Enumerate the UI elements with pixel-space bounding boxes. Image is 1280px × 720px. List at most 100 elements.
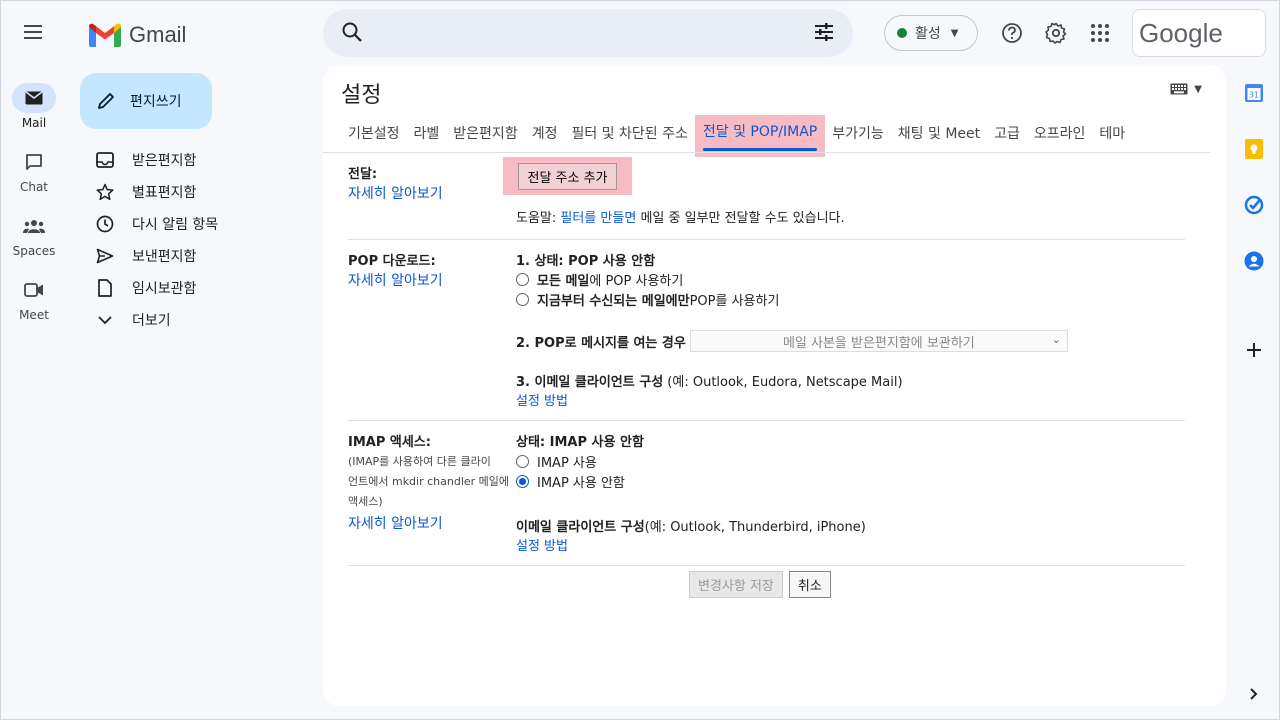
chevron-down-icon: ⌄ — [1051, 333, 1061, 346]
calendar-icon[interactable]: 31 — [1243, 82, 1265, 104]
imap-enable-option[interactable]: IMAP 사용 — [516, 451, 597, 471]
imap-client-bold: 이메일 클라이언트 구성 — [516, 520, 645, 535]
google-wordmark: Google — [1139, 17, 1223, 48]
send-icon — [95, 246, 115, 266]
tab-labels[interactable]: 라벨 — [407, 117, 447, 155]
tab-forwarding-pop-imap[interactable]: 전달 및 POP/IMAP — [694, 115, 826, 157]
tab-general[interactable]: 기본설정 — [341, 117, 407, 155]
spaces-icon — [12, 211, 56, 241]
add-forwarding-highlight: 전달 주소 추가 — [503, 157, 632, 195]
forwarding-tip-prefix: 도움말: — [516, 211, 561, 226]
status-dropdown[interactable]: 활성 ▼ — [884, 15, 978, 51]
rail-mail[interactable]: Mail — [1, 83, 67, 130]
gmail-wordmark: Gmail — [129, 22, 187, 47]
rail-chat[interactable]: Chat — [1, 147, 67, 194]
tab-advanced[interactable]: 고급 — [987, 117, 1027, 155]
gmail-logo[interactable]: Gmail — [89, 21, 186, 49]
caret-down-icon: ▼ — [950, 27, 959, 39]
sidebar-item-drafts[interactable]: 임시보관함 — [81, 272, 313, 304]
contacts-icon[interactable] — [1243, 250, 1265, 272]
search-bar — [323, 9, 853, 57]
pop-when-select[interactable]: 메일 사본을 받은편지함에 보관하기 ⌄ — [689, 330, 1068, 352]
search-options-icon[interactable] — [813, 21, 835, 47]
compose-button[interactable]: 편지쓰기 — [80, 73, 212, 129]
forwarding-label: 전달: — [348, 167, 378, 182]
keyboard-icon — [1170, 83, 1188, 95]
pop-when-select-value: 메일 사본을 받은편지함에 보관하기 — [782, 335, 975, 351]
settings-panel: 설정 ▼ 기본설정 라벨 받은편지함 계정 필터 및 차단된 주소 전달 및 P… — [323, 65, 1226, 706]
imap-client-rest: (예: Outlook, Thunderbird, iPhone) — [644, 520, 866, 535]
status-label: 활성 — [915, 26, 941, 42]
chevron-right-icon[interactable] — [1243, 683, 1265, 705]
imap-disable-option[interactable]: IMAP 사용 안함 — [516, 471, 625, 491]
pop-all-mail-radio[interactable] — [516, 272, 529, 286]
google-account-button[interactable]: Google — [1132, 9, 1266, 57]
pop-when-label: 2. POP로 메시지를 여는 경우 — [516, 335, 686, 351]
pop-from-now-radio[interactable] — [516, 292, 529, 306]
search-icon[interactable] — [341, 21, 363, 47]
imap-note-line3: 액세스) — [348, 495, 383, 508]
pop-status: 1. 상태: POP 사용 안함 — [516, 254, 656, 269]
tab-chat-meet[interactable]: 채팅 및 Meet — [891, 117, 987, 155]
gear-icon[interactable] — [1044, 21, 1068, 45]
inbox-icon — [95, 150, 115, 170]
keep-icon[interactable] — [1243, 138, 1265, 160]
sidebar-nav: 받은편지함 별표편지함 다시 알림 항목 보낸편지함 임시보관함 더보기 — [81, 144, 313, 336]
pop-setup-link[interactable]: 설정 방법 — [516, 390, 568, 409]
input-tools-toggle[interactable]: ▼ — [1170, 83, 1202, 95]
imap-section: IMAP 액세스: (IMAP를 사용하여 다른 클라이 언트에서 mkdir … — [348, 421, 1185, 566]
pop-from-now-option[interactable]: 지금부터 수신되는 메일에만 POP를 사용하기 — [516, 289, 779, 309]
help-icon[interactable] — [1000, 21, 1024, 45]
pop-learn-more-link[interactable]: 자세히 알아보기 — [348, 270, 443, 290]
sidebar-item-label: 더보기 — [132, 313, 171, 329]
pop-all-mail-option[interactable]: 모든 메일 에 POP 사용하기 — [516, 269, 683, 289]
save-changes-button[interactable]: 변경사항 저장 — [689, 571, 783, 598]
imap-note-line2: 언트에서 mkdir chandler 메일에 — [348, 475, 510, 488]
sidebar-item-more[interactable]: 더보기 — [81, 304, 313, 336]
clock-icon — [95, 214, 115, 234]
rail-spaces[interactable]: Spaces — [1, 211, 67, 258]
page-title: 설정 — [341, 83, 382, 108]
video-camera-icon — [12, 275, 56, 305]
sidebar-item-sent[interactable]: 보낸편지함 — [81, 240, 313, 272]
app-rail: Mail Chat Spaces Meet — [1, 1, 67, 720]
svg-text:31: 31 — [1249, 91, 1259, 100]
imap-setup-link[interactable]: 설정 방법 — [516, 535, 568, 554]
imap-learn-more-link[interactable]: 자세히 알아보기 — [348, 513, 443, 533]
cancel-button[interactable]: 취소 — [788, 571, 831, 598]
apps-grid-icon[interactable] — [1088, 21, 1112, 45]
imap-note-line1: (IMAP를 사용하여 다른 클라이 — [348, 455, 491, 468]
tasks-icon[interactable] — [1243, 194, 1265, 216]
tabs-divider — [323, 152, 1210, 153]
rail-meet[interactable]: Meet — [1, 275, 67, 322]
sidebar-item-inbox[interactable]: 받은편지함 — [81, 144, 313, 176]
imap-disable-radio[interactable] — [516, 474, 529, 488]
pencil-icon — [98, 93, 114, 109]
plus-icon[interactable] — [1243, 339, 1265, 361]
tab-offline[interactable]: 오프라인 — [1027, 117, 1093, 155]
search-input[interactable] — [383, 19, 783, 47]
imap-enable-radio[interactable] — [516, 454, 529, 468]
mail-icon — [12, 83, 56, 113]
tab-inbox[interactable]: 받은편지함 — [446, 117, 524, 155]
pop-from-now-bold: 지금부터 수신되는 메일에만 — [537, 293, 690, 309]
pop-client-config: 3. 이메일 클라이언트 구성 (예: Outlook, Eudora, Net… — [516, 371, 903, 390]
tab-addons[interactable]: 부가기능 — [825, 117, 891, 155]
compose-label: 편지쓰기 — [130, 94, 182, 110]
tab-filters[interactable]: 필터 및 차단된 주소 — [564, 117, 694, 155]
sidebar-item-starred[interactable]: 별표편지함 — [81, 176, 313, 208]
tab-themes[interactable]: 테마 — [1092, 117, 1132, 155]
forwarding-learn-more-link[interactable]: 자세히 알아보기 — [348, 183, 443, 203]
pop-section: POP 다운로드: 자세히 알아보기 1. 상태: POP 사용 안함 모든 메… — [348, 240, 1185, 421]
sidebar-item-label: 보낸편지함 — [132, 249, 197, 265]
draft-icon — [95, 278, 115, 298]
create-filter-link[interactable]: 필터를 만들면 — [560, 211, 636, 226]
tab-accounts[interactable]: 계정 — [525, 117, 565, 155]
pop-from-now-rest: POP를 사용하기 — [689, 293, 780, 309]
main-menu-icon[interactable] — [21, 21, 45, 45]
add-forwarding-address-button[interactable]: 전달 주소 추가 — [518, 162, 617, 190]
sidebar-item-snoozed[interactable]: 다시 알림 항목 — [81, 208, 313, 240]
pop-client-bold: 3. 이메일 클라이언트 구성 — [516, 375, 664, 390]
pop-all-mail-bold: 모든 메일 — [537, 273, 590, 289]
imap-enable-label: IMAP 사용 — [537, 455, 597, 471]
